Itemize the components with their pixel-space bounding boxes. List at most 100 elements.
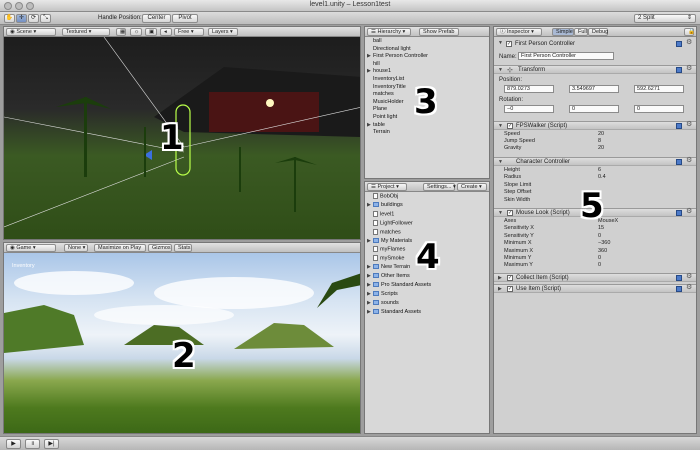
hierarchy-tab[interactable]: ☰ Hierarchy ▾	[367, 28, 411, 36]
play-button[interactable]: ▶	[6, 439, 21, 449]
collect-item-header[interactable]: ▶ ✓ Collect Item (Script) ⚙	[494, 273, 696, 282]
property-value[interactable]: 15	[598, 225, 604, 231]
property-value[interactable]: 360	[598, 248, 607, 254]
scene-overlay-button[interactable]: ▣	[145, 28, 157, 36]
folder-icon	[373, 273, 379, 279]
project-item[interactable]: ▶ Standard Assets	[367, 309, 421, 315]
project-item[interactable]: ▶ Other Items	[367, 273, 410, 279]
hierarchy-item[interactable]: Point light	[367, 114, 397, 120]
project-settings-button[interactable]: Settings... ▾	[423, 183, 456, 191]
hierarchy-item[interactable]: ball	[367, 38, 382, 44]
inspector-tab[interactable]: ⓘ Inspector ▾	[496, 28, 542, 36]
hierarchy-item[interactable]: MusicHolder	[367, 99, 404, 105]
layers-dropdown[interactable]: Layers ▾	[208, 28, 238, 36]
project-item[interactable]: matches	[367, 228, 401, 235]
project-tab[interactable]: ☰ Project ▾	[367, 183, 407, 191]
fpswalker-enabled-checkbox[interactable]: ✓	[507, 123, 513, 129]
pivot-toggle[interactable]: Pivot	[172, 14, 198, 23]
gear-icon[interactable]: ⚙	[686, 283, 692, 291]
pause-button[interactable]: ॥	[25, 439, 40, 449]
rgb-button[interactable]: ▦	[116, 28, 126, 36]
rotation-x-field[interactable]: −0	[504, 105, 554, 113]
hand-tool-button[interactable]: ✋	[4, 14, 15, 23]
gear-icon[interactable]: ⚙	[686, 207, 692, 215]
project-item[interactable]: ▶ New Terrain	[367, 264, 410, 270]
gizmos-toggle[interactable]: Gizmos	[148, 244, 172, 252]
move-tool-button[interactable]: ✛	[16, 14, 27, 23]
inspector-mode-simple[interactable]: Simple	[552, 28, 574, 36]
hierarchy-item[interactable]: matches	[367, 91, 394, 97]
position-y-field[interactable]: 3.549697	[569, 85, 619, 93]
position-z-field[interactable]: 592.6271	[634, 85, 684, 93]
stats-toggle[interactable]: Stats	[174, 244, 192, 252]
property-value[interactable]: −360	[598, 240, 610, 246]
gear-icon[interactable]: ⚙	[686, 64, 692, 72]
hierarchy-item[interactable]: Terrain	[367, 129, 390, 135]
hierarchy-item[interactable]: Plane	[367, 106, 387, 112]
scene-lighting-button[interactable]: ☼	[130, 28, 142, 36]
render-mode-dropdown[interactable]: Textured ▾	[62, 28, 110, 36]
property-value[interactable]: 0	[598, 255, 601, 261]
aspect-dropdown[interactable]: None ▾	[64, 244, 88, 252]
project-item[interactable]: ▶ My Materials	[367, 238, 412, 244]
project-item[interactable]: level1	[367, 210, 394, 217]
scene-toolbar: ◉ Scene ▾ Textured ▾ ▦ ☼ ▣ ◂ Free ▾ Laye…	[4, 27, 360, 37]
scene-audio-button[interactable]: ◂	[160, 28, 172, 36]
fpswalker-header[interactable]: ▼ ✓ FPSWalker (Script) ⚙	[494, 121, 696, 130]
use-item-enabled-checkbox[interactable]: ✓	[507, 286, 513, 292]
hierarchy-item[interactable]: ▶ table	[367, 122, 385, 128]
rotation-y-field[interactable]: 0	[569, 105, 619, 113]
scale-icon: ⤡	[43, 15, 48, 21]
pause-icon: ॥	[30, 441, 35, 447]
hierarchy-item[interactable]: hill	[367, 61, 380, 67]
name-field[interactable]: First Person Controller	[518, 52, 614, 60]
gear-icon[interactable]: ⚙	[686, 38, 692, 46]
position-x-field[interactable]: 879.0273	[504, 85, 554, 93]
gear-icon[interactable]: ⚙	[686, 120, 692, 128]
maximize-on-play-toggle[interactable]: Maximize on Play	[94, 244, 146, 252]
hierarchy-item[interactable]: Directional light	[367, 46, 411, 52]
rotate-tool-button[interactable]: ⟳	[28, 14, 39, 23]
show-prefab-button[interactable]: Show Prefab	[419, 28, 459, 36]
property-value[interactable]: 20	[598, 131, 604, 137]
inspector-mode-full[interactable]: Full	[574, 28, 588, 36]
use-item-header[interactable]: ▶ ✓ Use Item (Script) ⚙	[494, 284, 696, 293]
project-item[interactable]: ▶ Scripts	[367, 291, 398, 297]
collect-item-enabled-checkbox[interactable]: ✓	[507, 275, 513, 281]
project-item[interactable]: ▶ Pro Standard Assets	[367, 282, 431, 288]
project-create-button[interactable]: Create ▾	[457, 183, 487, 191]
project-item[interactable]: myFlames	[367, 246, 405, 253]
transform-header[interactable]: ▼ ⊹ Transform ⚙	[494, 65, 696, 74]
mouse-look-enabled-checkbox[interactable]: ✓	[507, 210, 513, 216]
property-value[interactable]: 0	[598, 262, 601, 268]
project-item[interactable]: ▶ sounds	[367, 300, 399, 306]
property-value[interactable]: 8	[598, 138, 601, 144]
gear-icon[interactable]: ⚙	[686, 272, 692, 280]
object-active-checkbox[interactable]: ✓	[506, 41, 512, 47]
game-tab[interactable]: ◉ Game ▾	[6, 244, 56, 252]
project-item[interactable]: mySmoke	[367, 255, 404, 262]
hierarchy-item[interactable]: InventoryTitle	[367, 84, 406, 90]
inspector-mode-debug[interactable]: Debug	[588, 28, 608, 36]
gear-icon[interactable]: ⚙	[686, 156, 692, 164]
property-value[interactable]: 20	[598, 145, 604, 151]
step-button[interactable]: ▶|	[44, 439, 59, 449]
property-value[interactable]: 0.4	[598, 174, 606, 180]
scale-tool-button[interactable]: ⤡	[40, 14, 51, 23]
character-controller-header[interactable]: ▼ Character Controller ⚙	[494, 157, 696, 166]
hierarchy-item[interactable]: ▶ house1	[367, 68, 391, 74]
layout-dropdown[interactable]: 2 Split ⇕	[634, 14, 696, 23]
project-item[interactable]: BobObj	[367, 193, 398, 199]
project-item[interactable]: LightFollower	[367, 219, 413, 226]
property-value[interactable]: 6	[598, 167, 601, 173]
project-item[interactable]: ▶ buildings	[367, 202, 403, 208]
object-fold-arrow-icon[interactable]: ▼	[498, 40, 503, 46]
property-value[interactable]: 0	[598, 233, 601, 239]
lock-button[interactable]: 🔒	[684, 28, 695, 36]
scene-tab[interactable]: ◉ Scene ▾	[6, 28, 56, 36]
hierarchy-item[interactable]: InventoryList	[367, 76, 404, 82]
center-toggle[interactable]: Center	[142, 14, 171, 23]
hierarchy-item[interactable]: ▶ First Person Controller	[367, 53, 428, 59]
rotation-z-field[interactable]: 0	[634, 105, 684, 113]
camera-mode-dropdown[interactable]: Free ▾	[174, 28, 204, 36]
